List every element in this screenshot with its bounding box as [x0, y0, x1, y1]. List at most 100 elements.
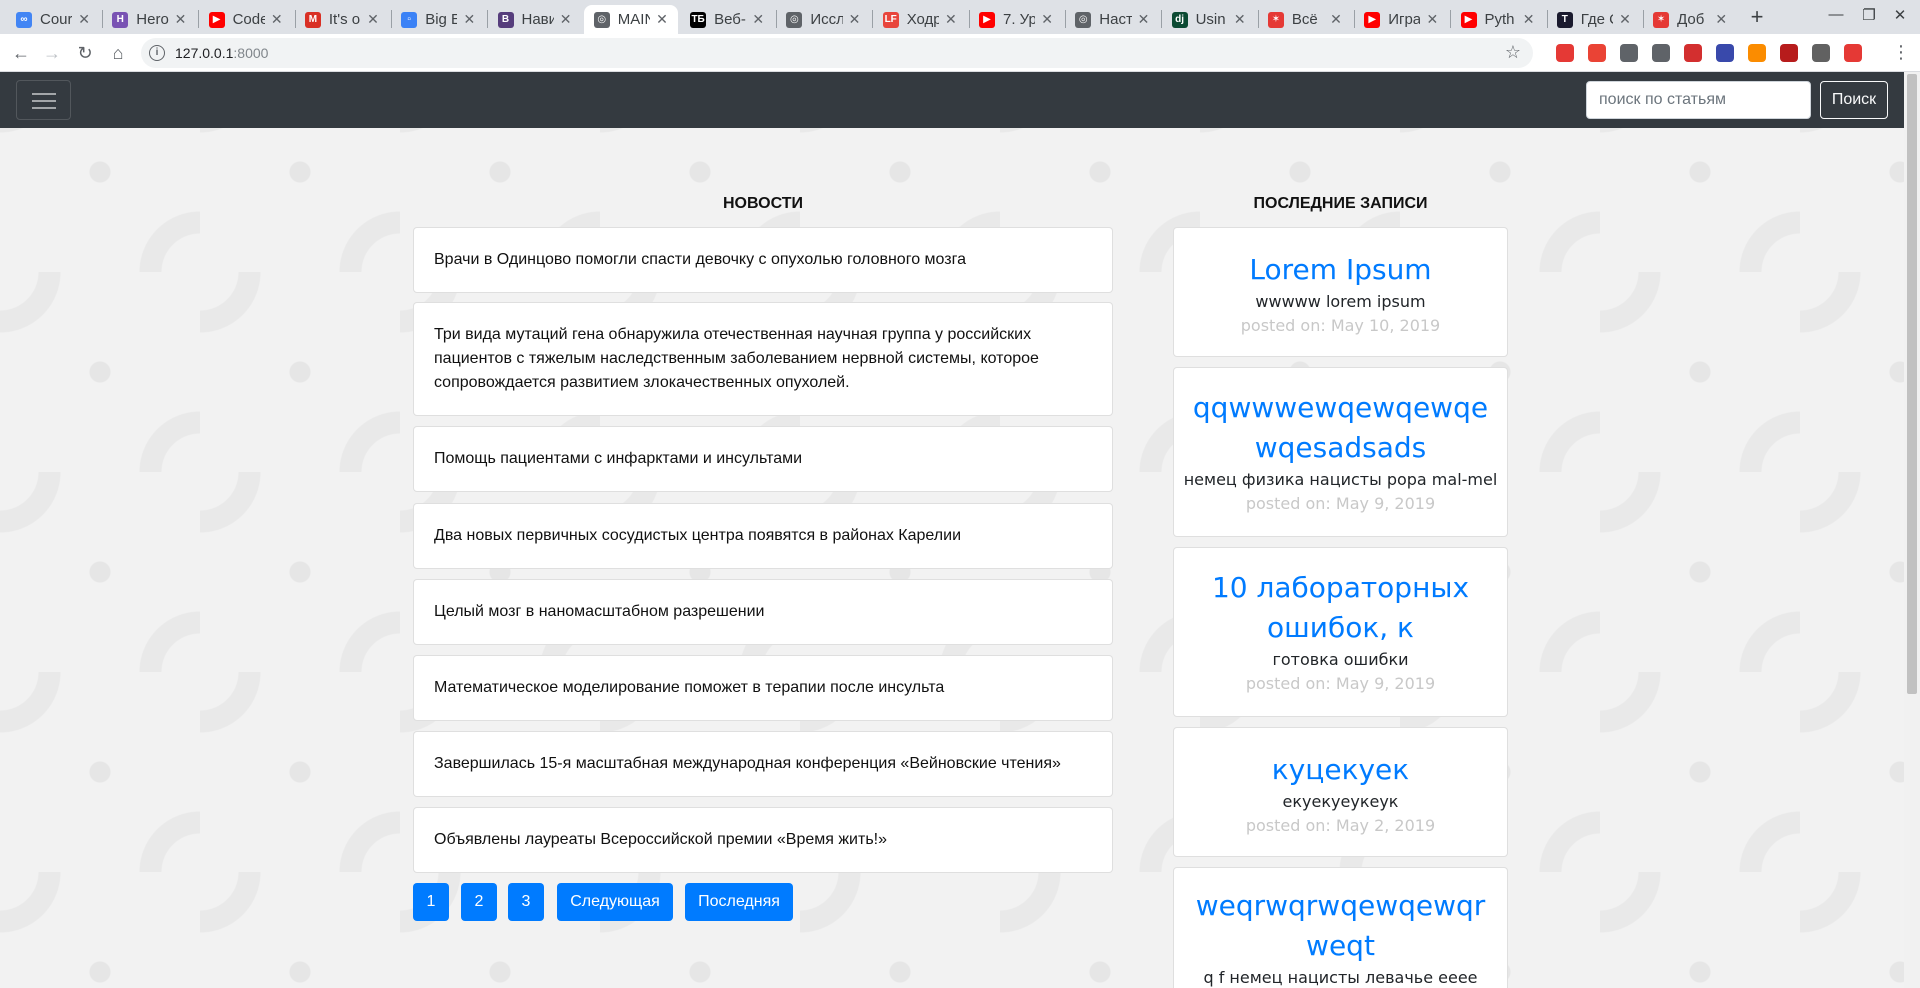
browser-tab[interactable]: ▶ Игра ✕: [1354, 5, 1448, 34]
tab-close-icon[interactable]: ✕: [78, 11, 90, 28]
tab-close-icon[interactable]: ✕: [367, 11, 379, 28]
news-item-title[interactable]: Врачи в Одинцово помогли спасти девочку …: [434, 248, 966, 272]
extension-icon[interactable]: [1684, 44, 1702, 62]
tab-label: 7. Ур: [1003, 11, 1036, 28]
news-item-title[interactable]: Завершилась 15-я масштабная международна…: [434, 752, 1061, 776]
back-icon[interactable]: ←: [9, 41, 33, 65]
tab-close-icon[interactable]: ✕: [849, 11, 861, 28]
browser-tab[interactable]: ▶ 7. Ур ✕: [969, 5, 1063, 34]
post-description: немец физика нацисты popa mal-mel: [1183, 470, 1498, 489]
browser-menu-icon[interactable]: ⋮: [1892, 42, 1910, 63]
news-item-title[interactable]: Два новых первичных сосудистых центра по…: [434, 524, 961, 548]
news-item[interactable]: Математическое моделирование поможет в т…: [413, 655, 1113, 721]
browser-tab[interactable]: ✶ Доб ✕: [1643, 5, 1737, 34]
site-info-icon[interactable]: i: [149, 45, 165, 61]
site-navbar: Поиск: [0, 72, 1904, 128]
browser-tab[interactable]: ▶ Code ✕: [199, 5, 293, 34]
post-card: 10 лабораторных ошибок, к готовка ошибки p…: [1173, 547, 1508, 717]
page-1-button[interactable]: 1: [413, 883, 449, 921]
tab-close-icon[interactable]: ✕: [1715, 11, 1727, 28]
close-window-icon[interactable]: ✕: [1890, 6, 1910, 24]
restore-icon[interactable]: ❐: [1859, 6, 1879, 24]
tab-close-icon[interactable]: ✕: [945, 11, 957, 28]
browser-tab[interactable]: dj Usin ✕: [1162, 5, 1256, 34]
news-item[interactable]: Врачи в Одинцово помогли спасти девочку …: [413, 227, 1113, 293]
extension-icon[interactable]: [1620, 44, 1638, 62]
news-item-title[interactable]: Целый мозг в наномасштабном разрешении: [434, 600, 765, 624]
tab-close-icon[interactable]: ✕: [1619, 11, 1631, 28]
post-title-link[interactable]: qqwwwewqewqewqewqesadsads: [1188, 388, 1493, 468]
extension-icon[interactable]: [1812, 44, 1830, 62]
browser-tab[interactable]: ▫ Big E ✕: [391, 5, 485, 34]
tab-close-icon[interactable]: ✕: [1330, 11, 1342, 28]
tab-favicon-icon: ▶: [1460, 11, 1477, 28]
browser-tab[interactable]: ∞ Cour ✕: [6, 5, 100, 34]
extension-icon[interactable]: [1652, 44, 1670, 62]
browser-tab[interactable]: B Нави ✕: [488, 5, 582, 34]
tab-close-icon[interactable]: ✕: [1426, 11, 1438, 28]
tab-close-icon[interactable]: ✕: [560, 11, 572, 28]
search-button[interactable]: Поиск: [1820, 81, 1888, 119]
browser-tab[interactable]: ТБ Веб- ✕: [680, 5, 774, 34]
tab-close-icon[interactable]: ✕: [1234, 11, 1246, 28]
address-bar[interactable]: i 127.0.0.1:8000 ☆: [141, 38, 1533, 68]
browser-tab[interactable]: ✶ Всё ✕: [1258, 5, 1352, 34]
extension-icon[interactable]: [1716, 44, 1734, 62]
extension-icon[interactable]: [1844, 44, 1862, 62]
tab-close-icon[interactable]: ✕: [656, 11, 668, 28]
browser-tab[interactable]: T Где С ✕: [1547, 5, 1641, 34]
tab-close-icon[interactable]: ✕: [271, 11, 283, 28]
page-3-button[interactable]: 3: [508, 883, 544, 921]
news-item[interactable]: Объявлены лауреаты Всероссийской премии …: [413, 807, 1113, 873]
next-page-button[interactable]: Следующая: [557, 883, 673, 921]
news-item-title[interactable]: Математическое моделирование поможет в т…: [434, 676, 944, 700]
tab-close-icon[interactable]: ✕: [752, 11, 764, 28]
hamburger-menu-button[interactable]: [16, 80, 71, 120]
tab-close-icon[interactable]: ✕: [1523, 11, 1535, 28]
news-item[interactable]: Целый мозг в наномасштабном разрешении: [413, 579, 1113, 645]
tab-label: Наст: [1099, 11, 1132, 28]
extension-icon[interactable]: [1588, 44, 1606, 62]
tab-close-icon[interactable]: ✕: [175, 11, 187, 28]
post-title-link[interactable]: куцекуек: [1188, 750, 1493, 790]
news-item-title[interactable]: Объявлены лауреаты Всероссийской премии …: [434, 828, 887, 852]
news-item-title[interactable]: Помощь пациентами с инфарктами и инсульт…: [434, 447, 802, 471]
home-icon[interactable]: ⌂: [106, 41, 130, 65]
page-2-button[interactable]: 2: [461, 883, 497, 921]
bookmark-star-icon[interactable]: ☆: [1505, 42, 1521, 63]
browser-tab[interactable]: ◎ MAIN ✕: [583, 5, 678, 34]
post-date: posted on: May 9, 2019: [1245, 674, 1436, 693]
extension-icon[interactable]: [1780, 44, 1798, 62]
reload-icon[interactable]: ↻: [73, 41, 97, 65]
forward-icon[interactable]: →: [40, 41, 64, 65]
news-item[interactable]: Три вида мутаций гена обнаружила отечест…: [413, 302, 1113, 416]
tab-close-icon[interactable]: ✕: [1041, 11, 1053, 28]
extension-icon[interactable]: [1556, 44, 1574, 62]
tab-label: Нави: [521, 11, 554, 28]
browser-tab[interactable]: ▶ Pyth ✕: [1451, 5, 1545, 34]
browser-tab[interactable]: M It's o ✕: [295, 5, 389, 34]
tab-favicon-icon: ◎: [1075, 11, 1092, 28]
scrollbar-thumb[interactable]: [1907, 74, 1917, 694]
news-item[interactable]: Помощь пациентами с инфарктами и инсульт…: [413, 426, 1113, 492]
news-item[interactable]: Завершилась 15-я масштабная международна…: [413, 731, 1113, 797]
browser-tab[interactable]: H Hero ✕: [102, 5, 196, 34]
extension-icon[interactable]: [1748, 44, 1766, 62]
page-viewport: Поиск НОВОСТИ ПОСЛЕДНИЕ ЗАПИСИ Врачи в О…: [0, 72, 1904, 988]
news-item-title[interactable]: Три вида мутаций гена обнаружила отечест…: [434, 323, 1092, 395]
tab-close-icon[interactable]: ✕: [463, 11, 475, 28]
post-title-link[interactable]: Lorem Ipsum: [1188, 250, 1493, 290]
browser-tab[interactable]: ◎ Наст ✕: [1065, 5, 1159, 34]
browser-tab[interactable]: ◎ Иссл ✕: [776, 5, 870, 34]
post-card: weqrwqrwqewqewqrweqt q f немец нацисты ле…: [1173, 867, 1508, 988]
minimize-icon[interactable]: —: [1826, 6, 1846, 23]
article-search-input[interactable]: [1586, 81, 1811, 119]
browser-tab[interactable]: LF Ходр ✕: [873, 5, 967, 34]
news-item[interactable]: Два новых первичных сосудистых центра по…: [413, 503, 1113, 569]
post-title-link[interactable]: weqrwqrwqewqewqrweqt: [1188, 886, 1493, 966]
page-scrollbar[interactable]: [1904, 72, 1920, 988]
tab-close-icon[interactable]: ✕: [1138, 11, 1150, 28]
new-tab-button[interactable]: +: [1744, 5, 1770, 31]
last-page-button[interactable]: Последняя: [685, 883, 793, 921]
post-title-link[interactable]: 10 лабораторных ошибок, к: [1188, 568, 1493, 648]
